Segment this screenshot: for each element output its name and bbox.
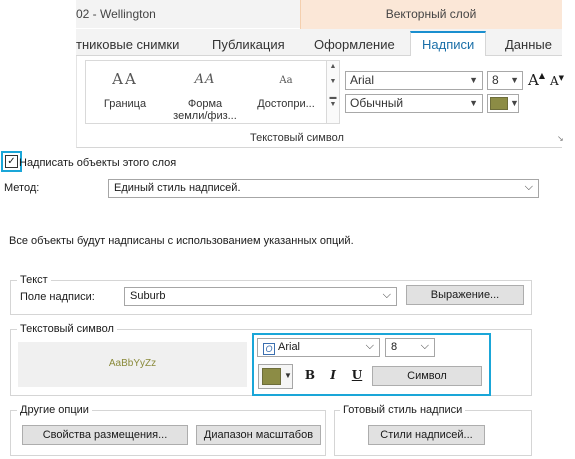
gallery-label: Достопри... xyxy=(257,98,315,110)
gallery-label: Граница xyxy=(103,98,147,110)
context-tab-title: Векторный слой xyxy=(385,7,477,21)
gallery-sample: AA xyxy=(194,72,216,87)
tab-data[interactable]: Данные xyxy=(505,37,552,52)
label-style-title: Готовый стиль надписи xyxy=(340,404,466,416)
chevron-down-icon: ▼ xyxy=(510,75,519,85)
method-dropdown[interactable]: Единый стиль надписей. ⌵ xyxy=(108,179,539,198)
italic-button[interactable]: I xyxy=(323,366,343,386)
info-text: Все объекты будут надписаны с использова… xyxy=(9,235,354,247)
label-field-label: Поле надписи: xyxy=(20,291,95,303)
tab-imagery[interactable]: тниковые снимки xyxy=(76,37,179,52)
chevron-down-icon: ▼ xyxy=(469,98,478,108)
ribbon-color-picker[interactable]: ▼ xyxy=(487,94,519,113)
symbol-size-value: 8 xyxy=(391,341,398,353)
ribbon-font-size-combo[interactable]: 8 ▼ xyxy=(487,71,523,90)
opentype-font-icon: O xyxy=(263,343,275,355)
tab-share[interactable]: Публикация xyxy=(212,37,285,52)
font-name-value: Arial xyxy=(350,73,375,87)
scroll-down-icon[interactable]: ▼ xyxy=(326,78,340,85)
grow-font-button[interactable]: A▲ xyxy=(528,71,545,89)
expression-button[interactable]: Выражение... xyxy=(406,285,524,305)
underline-button[interactable]: U xyxy=(347,366,367,386)
chevron-down-icon: ▼ xyxy=(510,98,519,108)
label-features-checkbox-label: Надписать объекты этого слоя xyxy=(19,157,177,169)
symbol-button[interactable]: Символ xyxy=(372,366,482,386)
color-swatch xyxy=(490,97,508,110)
ribbon-font-style-combo[interactable]: Обычный ▼ xyxy=(345,94,483,113)
ribbon-font-name-combo[interactable]: Arial ▼ xyxy=(345,71,483,90)
grow-font-icon: A xyxy=(528,71,539,89)
chevron-down-icon: ▼ xyxy=(469,75,478,85)
color-swatch xyxy=(262,368,281,385)
gallery-item-border[interactable]: AA Граница xyxy=(90,62,160,122)
tab-appearance[interactable]: Оформление xyxy=(314,37,395,52)
gallery-item-landform[interactable]: AA Форма земли/физ... xyxy=(166,62,244,122)
label-field-value: Suburb xyxy=(130,290,166,302)
other-options-title: Другие опции xyxy=(17,404,92,416)
chevron-down-icon: ⌵ xyxy=(382,289,391,301)
symbol-section-title: Текстовый символ xyxy=(17,323,117,335)
symbol-font-dropdown[interactable]: O Arial ⌵ xyxy=(257,338,380,357)
ribbon-group-label: Текстовый символ xyxy=(250,132,344,144)
symbol-font-value: Arial xyxy=(278,341,301,353)
symbol-color-picker[interactable]: ▼ xyxy=(258,364,293,389)
method-value: Единый стиль надписей. xyxy=(114,182,241,194)
chevron-down-icon: ▼ xyxy=(284,371,292,380)
gallery-expand-icon[interactable]: ▬ ▼ xyxy=(326,94,340,108)
symbol-preview-text: AaBbYyZz xyxy=(108,358,157,369)
tab-labeling[interactable]: Надписи xyxy=(422,37,474,52)
placement-properties-button[interactable]: Свойства размещения... xyxy=(22,425,188,445)
gallery-item-landmark[interactable]: Aa Достопри... xyxy=(248,62,324,122)
scale-range-button[interactable]: Диапазон масштабов xyxy=(196,425,321,445)
gallery-sample: AA xyxy=(112,70,138,88)
shrink-font-button[interactable]: A▼ xyxy=(550,74,564,88)
label-styles-button[interactable]: Стили надписей... xyxy=(368,425,485,445)
label-features-checkbox[interactable]: ✓ xyxy=(5,155,18,168)
symbol-size-dropdown[interactable]: 8 ⌵ xyxy=(385,338,435,357)
dialog-launcher-icon[interactable]: ↘ xyxy=(557,134,564,143)
document-title: 02 - Wellington xyxy=(76,7,156,21)
font-style-value: Обычный xyxy=(350,96,404,110)
text-section-title: Текст xyxy=(17,274,51,286)
checkmark-icon: ✓ xyxy=(7,156,16,167)
label-field-dropdown[interactable]: Suburb ⌵ xyxy=(124,287,397,306)
scroll-up-icon[interactable]: ▲ xyxy=(326,63,340,70)
method-label: Метод: xyxy=(4,182,40,194)
gallery-label: Форма земли/физ... xyxy=(173,98,237,122)
chevron-down-icon: ⌵ xyxy=(365,340,374,352)
chevron-down-icon: ⌵ xyxy=(420,340,429,352)
font-size-value: 8 xyxy=(492,73,499,87)
gallery-sample: Aa xyxy=(279,75,293,86)
shrink-font-icon: A xyxy=(550,74,559,88)
bold-button[interactable]: B xyxy=(300,366,320,386)
chevron-down-icon: ⌵ xyxy=(524,181,533,193)
